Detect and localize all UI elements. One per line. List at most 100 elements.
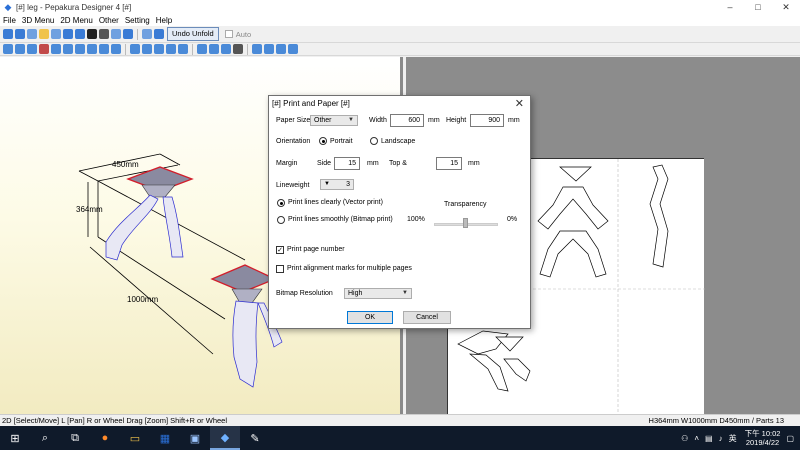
lights-icon[interactable] bbox=[99, 29, 109, 39]
landscape-radio[interactable] bbox=[370, 137, 378, 145]
pepakura-viewer-icon[interactable]: ✎ bbox=[240, 426, 270, 450]
undo-icon[interactable] bbox=[99, 44, 109, 54]
zoom-icon[interactable] bbox=[51, 29, 61, 39]
margin-label: Margin bbox=[276, 160, 298, 167]
menu-other[interactable]: Other bbox=[96, 16, 122, 25]
zoom-in-icon[interactable] bbox=[264, 44, 274, 54]
scale-icon[interactable] bbox=[221, 44, 231, 54]
notification-icon[interactable]: ▢ bbox=[786, 434, 794, 443]
network-icon[interactable]: ▤ bbox=[705, 434, 713, 443]
auto-label: Auto bbox=[235, 29, 252, 39]
number-icon[interactable] bbox=[142, 44, 152, 54]
height-unit: mm bbox=[508, 117, 520, 124]
top-margin-field[interactable]: 15 bbox=[436, 157, 462, 170]
select-tool-icon[interactable] bbox=[3, 44, 13, 54]
secondary-toolbar bbox=[0, 43, 800, 56]
height-label: Height bbox=[446, 117, 467, 124]
save-icon[interactable] bbox=[15, 29, 25, 39]
grid-icon[interactable] bbox=[154, 29, 164, 39]
app-icon[interactable]: ▣ bbox=[180, 426, 210, 450]
vector-print-radio[interactable] bbox=[277, 199, 285, 207]
zoom-fit-icon[interactable] bbox=[252, 44, 262, 54]
open-icon[interactable] bbox=[3, 29, 13, 39]
page-icon[interactable] bbox=[154, 44, 164, 54]
side-margin-field[interactable]: 15 bbox=[334, 157, 360, 170]
minimize-button[interactable]: – bbox=[716, 0, 744, 14]
portrait-radio[interactable] bbox=[319, 137, 327, 145]
file-explorer-icon[interactable]: ▭ bbox=[120, 426, 150, 450]
paper-size-select[interactable]: Other ▼ bbox=[310, 115, 358, 126]
ime-indicator[interactable]: 英 bbox=[729, 433, 737, 444]
layout-icon[interactable] bbox=[142, 29, 152, 39]
width-unit: mm bbox=[428, 117, 440, 124]
transparency-slider-thumb[interactable] bbox=[463, 218, 468, 228]
menu-bar: File 3D Menu 2D Menu Other Setting Help bbox=[0, 14, 800, 26]
cancel-button[interactable]: Cancel bbox=[403, 311, 451, 324]
dim-depth-label: 1000mm bbox=[127, 295, 158, 304]
zoom-out-icon[interactable] bbox=[276, 44, 286, 54]
undo-unfold-button[interactable]: Undo Unfold bbox=[167, 27, 219, 41]
flaps-icon[interactable] bbox=[111, 29, 121, 39]
pepakura-app-icon: ◆ bbox=[4, 2, 12, 12]
portrait-label: Portrait bbox=[330, 138, 353, 145]
redo-icon[interactable] bbox=[111, 44, 121, 54]
edge-icon[interactable] bbox=[75, 29, 85, 39]
print-preview-icon[interactable] bbox=[233, 44, 243, 54]
print-alignment-label: Print alignment marks for multiple pages bbox=[287, 265, 412, 272]
zoom-page-icon[interactable] bbox=[288, 44, 298, 54]
align-icon[interactable] bbox=[130, 44, 140, 54]
people-icon[interactable]: ⚇ bbox=[681, 434, 688, 443]
fit-icon[interactable] bbox=[166, 44, 176, 54]
maximize-button[interactable]: □ bbox=[744, 0, 772, 14]
rotate-tool-icon[interactable] bbox=[87, 44, 97, 54]
chevron-up-icon[interactable]: ˄ bbox=[694, 434, 699, 443]
auto-checkbox-box[interactable] bbox=[224, 30, 233, 38]
menu-setting[interactable]: Setting bbox=[122, 16, 153, 25]
pan-tool-icon[interactable] bbox=[15, 44, 25, 54]
cut-tool-icon[interactable] bbox=[39, 44, 49, 54]
height-field[interactable]: 900 bbox=[470, 114, 504, 127]
auto-checkbox[interactable]: Auto bbox=[224, 29, 252, 39]
rotate-icon[interactable] bbox=[63, 29, 73, 39]
toolbar-separator bbox=[125, 43, 126, 55]
ok-button[interactable]: OK bbox=[347, 311, 393, 324]
menu-file[interactable]: File bbox=[0, 16, 19, 25]
clock[interactable]: 下午 10:02 2019/4/22 bbox=[745, 429, 781, 447]
bitmap-resolution-select[interactable]: High ▼ bbox=[344, 288, 412, 299]
menu-3d[interactable]: 3D Menu bbox=[19, 16, 57, 25]
firefox-icon[interactable]: ● bbox=[90, 426, 120, 450]
store-icon[interactable]: ▦ bbox=[150, 426, 180, 450]
text-tool-icon[interactable] bbox=[63, 44, 73, 54]
close-button[interactable]: ✕ bbox=[772, 0, 800, 14]
toolbar-separator bbox=[192, 43, 193, 55]
flap-tool-icon[interactable] bbox=[51, 44, 61, 54]
menu-2d[interactable]: 2D Menu bbox=[57, 16, 95, 25]
width-field[interactable]: 600 bbox=[390, 114, 424, 127]
print-icon[interactable] bbox=[27, 29, 37, 39]
edit-icon[interactable] bbox=[178, 44, 188, 54]
task-view-icon[interactable]: ⧉ bbox=[60, 426, 90, 450]
texture-icon[interactable] bbox=[123, 29, 133, 39]
volume-icon[interactable]: ♪ bbox=[719, 434, 723, 443]
print-alignment-checkbox[interactable] bbox=[276, 265, 284, 273]
landscape-label: Landscape bbox=[381, 138, 416, 145]
print-page-number-checkbox[interactable]: ✓ bbox=[276, 246, 284, 254]
top-unit: mm bbox=[468, 160, 480, 167]
side-label: Side bbox=[317, 160, 332, 167]
select-icon[interactable] bbox=[39, 29, 49, 39]
vector-print-label: Print lines clearly (Vector print) bbox=[288, 199, 383, 206]
bitmap-print-radio[interactable] bbox=[277, 216, 285, 224]
menu-help[interactable]: Help bbox=[153, 16, 175, 25]
pepakura-taskbar-icon[interactable]: ◆ bbox=[210, 426, 240, 450]
lineweight-select[interactable]: ▼ 3 bbox=[320, 179, 354, 190]
start-icon[interactable]: ⊞ bbox=[0, 426, 30, 450]
mirror-icon[interactable] bbox=[197, 44, 207, 54]
dialog-close-icon[interactable]: ✕ bbox=[515, 97, 524, 110]
search-icon[interactable]: ⌕ bbox=[30, 426, 60, 450]
join-tool-icon[interactable] bbox=[27, 44, 37, 54]
cube-icon[interactable] bbox=[87, 29, 97, 39]
taskbar: ⊞ ⌕ ⧉ ● ▭ ▦ ▣ ◆ ✎ ⚇ ˄ ▤ ♪ 英 下午 10:02 201… bbox=[0, 426, 800, 450]
image-tool-icon[interactable] bbox=[75, 44, 85, 54]
lineweight-value: 3 bbox=[346, 181, 350, 188]
layers-icon[interactable] bbox=[209, 44, 219, 54]
